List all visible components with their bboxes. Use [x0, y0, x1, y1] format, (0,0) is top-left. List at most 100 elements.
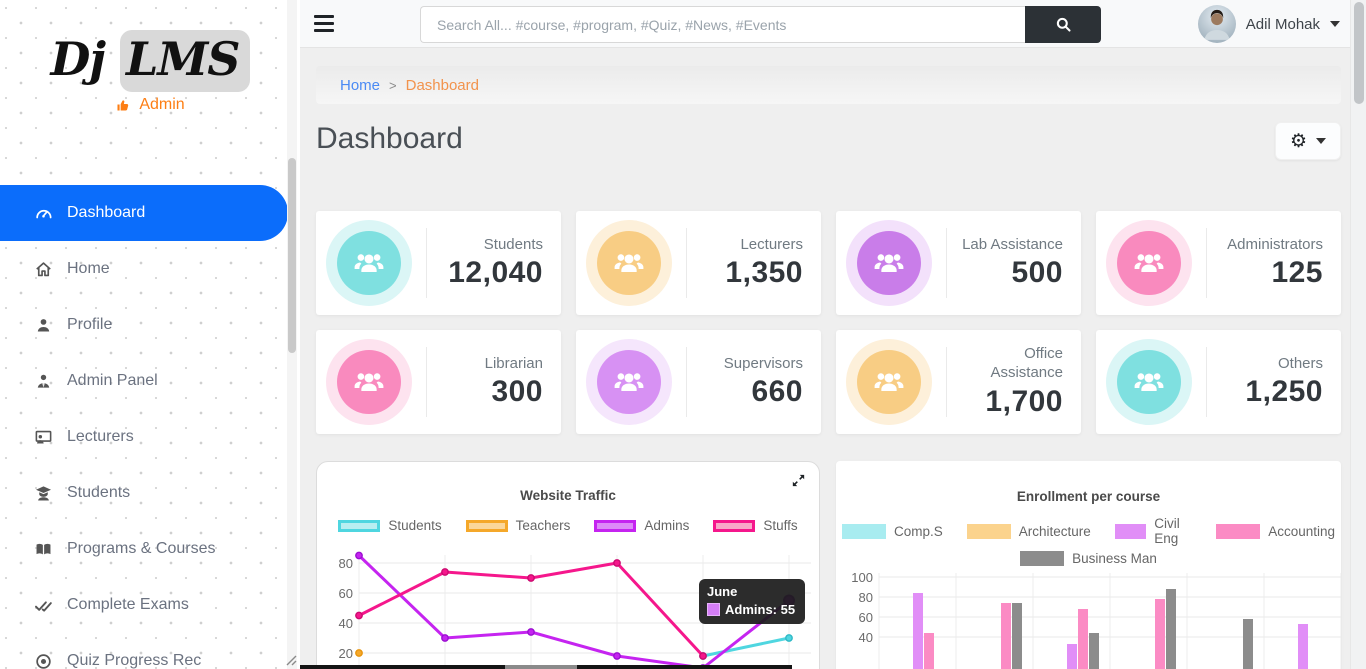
sidebar: Dj LMS Admin Dashboard Home Profile Admi… [0, 0, 300, 669]
legend-swatch [1020, 551, 1064, 566]
gear-icon: ⚙ [1290, 132, 1307, 151]
traffic-legend: Students Teachers Admins Stuffs [317, 518, 819, 533]
sidebar-item-profile[interactable]: Profile [0, 297, 300, 353]
main-area: Adil Mohak Home > Dashboard Dashboard ⚙ … [300, 0, 1366, 669]
user-menu[interactable]: Adil Mohak [1198, 4, 1340, 44]
stat-card-others: Others1,250 [1096, 330, 1341, 434]
legend-swatch [1216, 524, 1260, 539]
stat-label: Students [441, 236, 543, 255]
sidebar-item-label: Dashboard [67, 204, 145, 222]
search-bar [420, 6, 1101, 43]
user-tie-icon [34, 372, 53, 391]
svg-text:80: 80 [859, 590, 873, 605]
svg-text:40: 40 [339, 616, 353, 631]
sidebar-item-admin-panel[interactable]: Admin Panel [0, 353, 300, 409]
brand-logo[interactable]: Dj LMS [0, 32, 300, 86]
legend-swatch [338, 520, 380, 532]
svg-text:80: 80 [339, 556, 353, 571]
settings-dropdown-button[interactable]: ⚙ [1275, 122, 1341, 160]
stat-value: 300 [441, 375, 543, 409]
users-icon [351, 245, 387, 281]
legend-item[interactable]: Comp.S [842, 524, 943, 539]
svg-text:40: 40 [859, 630, 873, 645]
brand-highlight: LMS [120, 30, 249, 92]
avatar [1198, 5, 1236, 43]
svg-text:100: 100 [851, 570, 873, 585]
stat-card-lab-assistance: Lab Assistance500 [836, 211, 1081, 315]
svg-text:60: 60 [339, 586, 353, 601]
sidebar-item-programs-courses[interactable]: Programs & Courses [0, 521, 300, 577]
legend-item[interactable]: Architecture [967, 524, 1091, 539]
stat-value: 660 [701, 375, 803, 409]
sidebar-item-label: Quiz Progress Rec [67, 652, 201, 669]
enrollment-legend-row1: Comp.S Architecture Civil Eng Accounting [836, 516, 1341, 546]
charts-row: Website Traffic Students Teachers Admins… [316, 461, 1341, 669]
sidebar-item-label: Programs & Courses [67, 540, 216, 558]
gauge-icon [34, 204, 53, 223]
sidebar-menu: Dashboard Home Profile Admin Panel Lectu… [0, 185, 300, 669]
legend-item[interactable]: Business Man [1020, 551, 1157, 566]
sidebar-item-dashboard[interactable]: Dashboard [0, 185, 288, 241]
sidebar-item-label: Admin Panel [67, 372, 158, 390]
search-button[interactable] [1025, 6, 1101, 43]
breadcrumb-separator: > [389, 78, 397, 93]
breadcrumb-current: Dashboard [406, 77, 479, 94]
legend-item[interactable]: Civil Eng [1115, 516, 1193, 546]
chart-tooltip: June Admins: 55 [699, 579, 805, 624]
legend-swatch [842, 524, 886, 539]
chalkboard-teacher-icon [34, 428, 53, 447]
stats-row-2: Librarian300 Supervisors660 Office Assis… [316, 330, 1341, 434]
legend-item[interactable]: Admins [594, 518, 689, 533]
stat-card-supervisors: Supervisors660 [576, 330, 821, 434]
users-icon [611, 245, 647, 281]
svg-text:60: 60 [859, 610, 873, 625]
breadcrumb-home-link[interactable]: Home [340, 77, 380, 94]
user-graduate-icon [34, 484, 53, 503]
legend-item[interactable]: Students [338, 518, 441, 533]
users-icon [1131, 364, 1167, 400]
users-icon [871, 364, 907, 400]
expand-icon[interactable] [790, 472, 807, 494]
sidebar-item-quiz-progress[interactable]: Quiz Progress Rec [0, 633, 300, 669]
hamburger-menu-icon[interactable] [314, 15, 334, 36]
legend-item[interactable]: Accounting [1216, 524, 1335, 539]
sidebar-item-complete-exams[interactable]: Complete Exams [0, 577, 300, 633]
stat-label: Administrators [1221, 236, 1323, 255]
sidebar-item-label: Lecturers [67, 428, 134, 446]
horizontal-scrollbar-thumb[interactable] [505, 665, 577, 669]
legend-swatch [1115, 524, 1146, 539]
sidebar-item-label: Complete Exams [67, 596, 189, 614]
check-double-icon [34, 596, 53, 615]
users-icon [1131, 245, 1167, 281]
sidebar-scrollbar-thumb[interactable] [288, 158, 296, 353]
user-icon [34, 316, 53, 335]
search-input[interactable] [420, 6, 1025, 43]
stat-label: Others [1221, 355, 1323, 374]
sidebar-item-students[interactable]: Students [0, 465, 300, 521]
users-icon [611, 364, 647, 400]
legend-item[interactable]: Stuffs [713, 518, 797, 533]
chevron-down-icon [1316, 138, 1326, 144]
resize-grip-icon[interactable] [286, 653, 297, 669]
topbar: Adil Mohak [300, 0, 1366, 48]
stat-card-students: Students12,040 [316, 211, 561, 315]
users-icon [351, 364, 387, 400]
legend-swatch [967, 524, 1011, 539]
sidebar-item-home[interactable]: Home [0, 241, 300, 297]
website-traffic-card: Website Traffic Students Teachers Admins… [316, 461, 820, 669]
users-icon [871, 245, 907, 281]
role-label-row: Admin [0, 96, 300, 114]
stat-card-lecturers: Lecturers1,350 [576, 211, 821, 315]
stat-value: 500 [961, 256, 1063, 290]
legend-item[interactable]: Teachers [466, 518, 571, 533]
stat-label: Lab Assistance [961, 236, 1063, 255]
page-scrollbar-thumb[interactable] [1354, 2, 1364, 104]
sidebar-item-lecturers[interactable]: Lecturers [0, 409, 300, 465]
page-scrollbar[interactable] [1350, 0, 1366, 669]
legend-swatch [594, 520, 636, 532]
user-name: Adil Mohak [1246, 16, 1320, 33]
horizontal-scrollbar[interactable] [300, 665, 792, 669]
title-row: Dashboard ⚙ [316, 122, 1341, 166]
stat-card-administrators: Administrators125 [1096, 211, 1341, 315]
page-title: Dashboard [316, 122, 463, 156]
